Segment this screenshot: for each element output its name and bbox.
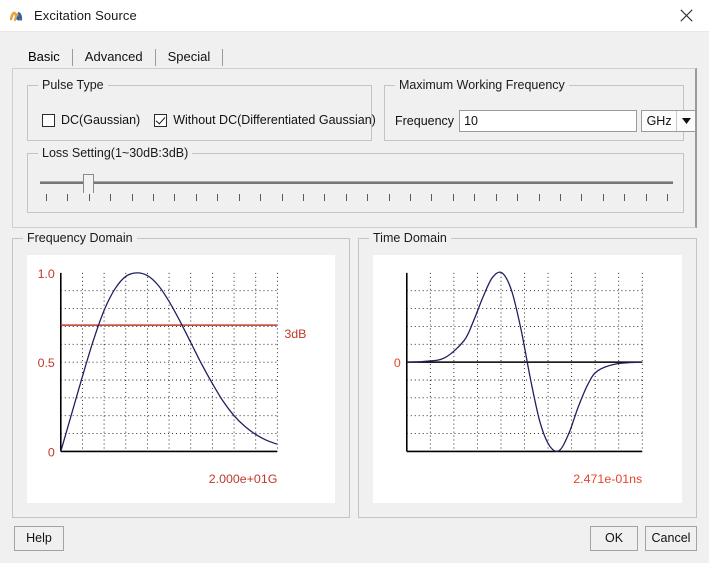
time-domain-legend: Time Domain xyxy=(369,231,451,245)
slider-tick xyxy=(110,194,111,201)
slider-tick xyxy=(624,194,625,201)
slider-tick xyxy=(67,194,68,201)
slider-tick xyxy=(539,194,540,201)
pulse-type-group: Pulse Type DC(Gaussian) Without DC(Diffe… xyxy=(27,85,372,141)
slider-thumb[interactable] xyxy=(83,174,94,193)
frequency-unit-select[interactable]: GHz xyxy=(641,110,696,132)
tab-special-label: Special xyxy=(168,49,211,64)
frequency-label: Frequency xyxy=(395,114,454,128)
slider-tick xyxy=(346,194,347,201)
tab-special[interactable]: Special xyxy=(156,45,223,69)
x-max-label: 2.000e+01G xyxy=(209,472,278,486)
slider-tick xyxy=(517,194,518,201)
slider-tick xyxy=(646,194,647,201)
slider-tick xyxy=(282,194,283,201)
frequency-unit-value: GHz xyxy=(642,114,676,128)
excitation-wave-icon xyxy=(10,8,26,24)
max-working-frequency-group: Maximum Working Frequency Frequency GHz xyxy=(384,85,684,141)
slider-tick xyxy=(410,194,411,201)
slider-tick xyxy=(581,194,582,201)
tab-separator xyxy=(222,49,223,66)
basic-tab-panel: Pulse Type DC(Gaussian) Without DC(Diffe… xyxy=(12,68,697,228)
title-bar: Excitation Source xyxy=(0,0,709,32)
cancel-button[interactable]: Cancel xyxy=(645,526,697,551)
loss-setting-legend: Loss Setting(1~30dB:3dB) xyxy=(38,146,192,160)
slider-tick xyxy=(196,194,197,201)
slider-tick xyxy=(174,194,175,201)
y-tick-label: 0.5 xyxy=(38,356,55,370)
checkbox-dc-gaussian[interactable] xyxy=(42,114,55,127)
slider-tick xyxy=(89,194,90,201)
slider-track[interactable] xyxy=(40,181,673,184)
slider-tick xyxy=(603,194,604,201)
frequency-domain-chart: 0 0.5 1.0 3dB 2.000e+01G xyxy=(27,255,335,503)
pulse-type-options: DC(Gaussian) Without DC(Differentiated G… xyxy=(42,113,390,127)
slider-tick xyxy=(389,194,390,201)
y-tick-label: 0 xyxy=(394,356,401,370)
x-max-label: 2.471e-01ns xyxy=(573,472,642,486)
max-working-frequency-legend: Maximum Working Frequency xyxy=(395,78,569,92)
slider-tick xyxy=(153,194,154,201)
slider-tick xyxy=(324,194,325,201)
ok-button-label: OK xyxy=(605,532,623,545)
slider-tick xyxy=(239,194,240,201)
y-tick-label: 1.0 xyxy=(38,267,55,281)
checkbox-without-dc-label: Without DC(Differentiated Gaussian) xyxy=(173,113,376,127)
frequency-domain-group: Frequency Domain 00.51.03dB2.000e+01G xyxy=(12,238,350,518)
threshold-label: 3dB xyxy=(284,327,306,341)
time-domain-chart: 0 2.471e-01ns xyxy=(373,255,682,503)
tab-basic[interactable]: Basic xyxy=(16,45,72,69)
slider-tick xyxy=(474,194,475,201)
checkbox-dc-gaussian-label: DC(Gaussian) xyxy=(61,113,140,127)
slider-tick xyxy=(132,194,133,201)
slider-tick xyxy=(217,194,218,201)
checkbox-without-dc[interactable] xyxy=(154,114,167,127)
slider-tick xyxy=(453,194,454,201)
frequency-input[interactable] xyxy=(459,110,637,132)
slider-tick xyxy=(560,194,561,201)
tab-basic-label: Basic xyxy=(28,49,60,64)
slider-tick xyxy=(303,194,304,201)
help-button[interactable]: Help xyxy=(14,526,64,551)
chevron-down-icon xyxy=(676,111,695,131)
tab-bar: Basic Advanced Special xyxy=(0,43,709,69)
tab-advanced[interactable]: Advanced xyxy=(73,45,155,69)
time-domain-canvas: 0 2.471e-01ns xyxy=(373,255,682,503)
slider-tick xyxy=(431,194,432,201)
window-title: Excitation Source xyxy=(34,8,137,23)
cancel-button-label: Cancel xyxy=(652,532,691,545)
slider-tick xyxy=(260,194,261,201)
slider-tick xyxy=(496,194,497,201)
slider-ticks xyxy=(40,194,673,202)
y-tick-label: 0 xyxy=(48,445,55,459)
frequency-row: Frequency GHz xyxy=(395,110,696,132)
slider-tick xyxy=(667,194,668,201)
ok-button[interactable]: OK xyxy=(590,526,638,551)
loss-setting-slider[interactable] xyxy=(40,172,673,206)
tab-advanced-label: Advanced xyxy=(85,49,143,64)
slider-tick xyxy=(367,194,368,201)
close-icon[interactable] xyxy=(663,0,709,31)
pulse-type-legend: Pulse Type xyxy=(38,78,108,92)
frequency-domain-canvas: 0 0.5 1.0 3dB 2.000e+01G xyxy=(27,255,335,503)
help-button-label: Help xyxy=(26,532,52,545)
loss-setting-group: Loss Setting(1~30dB:3dB) xyxy=(27,153,684,213)
frequency-domain-legend: Frequency Domain xyxy=(23,231,137,245)
slider-tick xyxy=(46,194,47,201)
time-domain-group: Time Domain 02.471e-01ns xyxy=(358,238,697,518)
